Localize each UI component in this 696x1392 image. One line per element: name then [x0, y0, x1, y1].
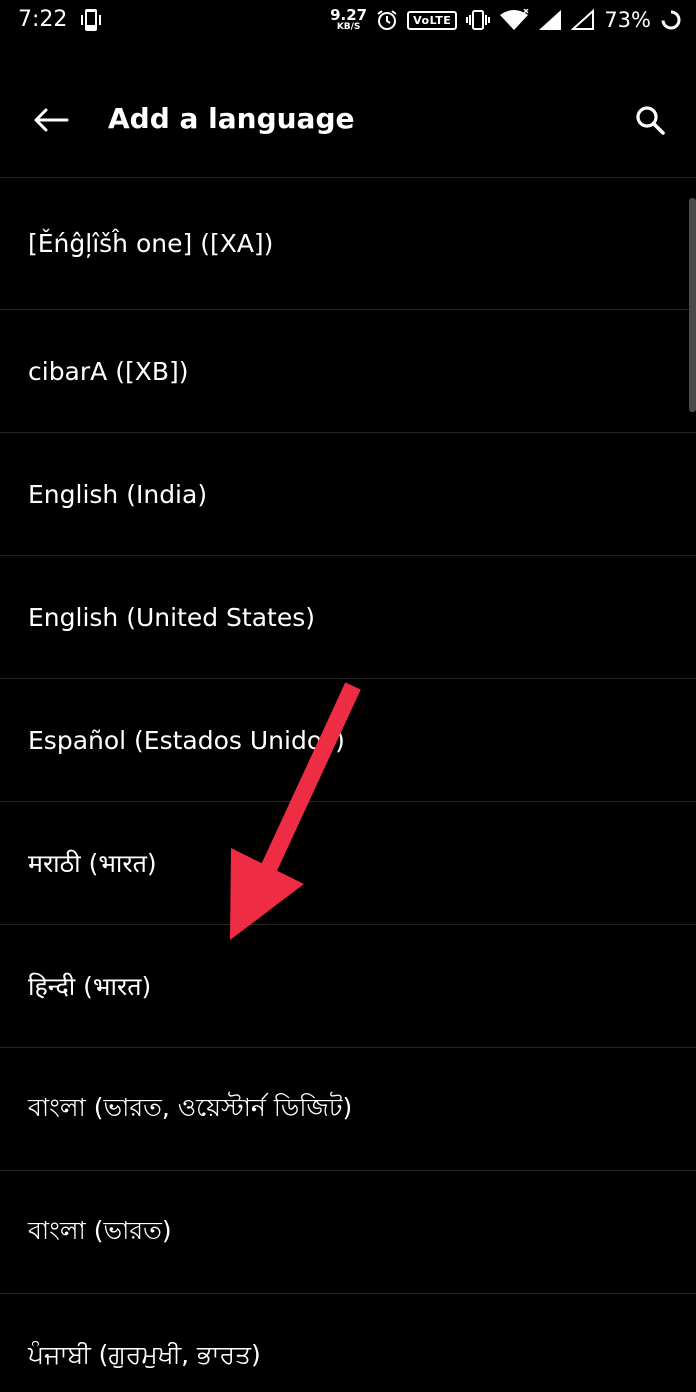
language-label: Español (Estados Unidos) [28, 725, 345, 755]
language-list: [Ěńĝļîšĥ one] ([XA]) cibarA ([XB]) Engli… [0, 178, 696, 1392]
battery-ring-icon [661, 10, 681, 30]
language-item[interactable]: ਪੰਜਾਬੀ (ਗੁਰਮੁਖੀ, ਭਾਰਤ) [0, 1294, 696, 1392]
language-label: [Ěńĝļîšĥ one] ([XA]) [28, 229, 274, 258]
language-item[interactable]: Español (Estados Unidos) [0, 679, 696, 802]
language-label: বাংলা (ভারত, ওয়েস্টার্ন ডিজিট) [28, 1092, 353, 1122]
language-item[interactable]: English (India) [0, 433, 696, 556]
language-item[interactable]: cibarA ([XB]) [0, 310, 696, 433]
status-bar: 7:22 9.27 KB/S VoLTE 73% [0, 0, 696, 40]
language-label: हिन्दी (भारत) [28, 972, 152, 1001]
signal-empty-icon [571, 9, 595, 30]
scrollbar-thumb[interactable] [689, 198, 696, 412]
network-speed-value: 9.27 [330, 6, 368, 24]
signal-full-icon [539, 10, 562, 30]
network-speed: 9.27 KB/S [330, 8, 367, 32]
screen: 7:22 9.27 KB/S VoLTE 73% Add a language … [0, 0, 696, 1392]
language-item[interactable]: [Ěńĝļîšĥ one] ([XA]) [0, 178, 696, 310]
search-icon [636, 106, 665, 135]
wifi-icon [500, 9, 529, 30]
language-item[interactable]: English (United States) [0, 556, 696, 679]
network-speed-unit: KB/S [336, 22, 361, 32]
arrow-back-icon [34, 108, 69, 132]
alarm-icon [377, 10, 397, 30]
language-item[interactable]: हिन्दी (भारत) [0, 925, 696, 1048]
back-button[interactable] [22, 96, 80, 144]
app-bar: Add a language [0, 40, 696, 178]
language-label: मराठी (भारत) [28, 849, 157, 878]
language-label: English (India) [28, 479, 208, 509]
language-label: cibarA ([XB]) [28, 356, 189, 386]
language-label: English (United States) [28, 602, 316, 632]
language-item[interactable]: বাংলা (ভারত, ওয়েস্টার্ন ডিজিট) [0, 1048, 696, 1171]
language-item[interactable]: বাংলা (ভারত) [0, 1171, 696, 1294]
language-item[interactable]: मराठी (भारत) [0, 802, 696, 925]
battery-percent: 73% [604, 8, 651, 32]
vibrate-icon [466, 10, 491, 30]
status-icons: 9.27 KB/S VoLTE 73% [330, 4, 682, 36]
language-label: বাংলা (ভারত) [28, 1215, 172, 1245]
status-time: 7:22 [18, 7, 68, 32]
language-label: ਪੰਜਾਬੀ (ਗੁਰਮੁਖੀ, ਭਾਰਤ) [28, 1340, 261, 1369]
page-title: Add a language [108, 102, 355, 135]
phone-vibrate-notification-icon [81, 9, 101, 31]
volte-badge: VoLTE [407, 10, 458, 30]
search-button[interactable] [626, 96, 674, 144]
